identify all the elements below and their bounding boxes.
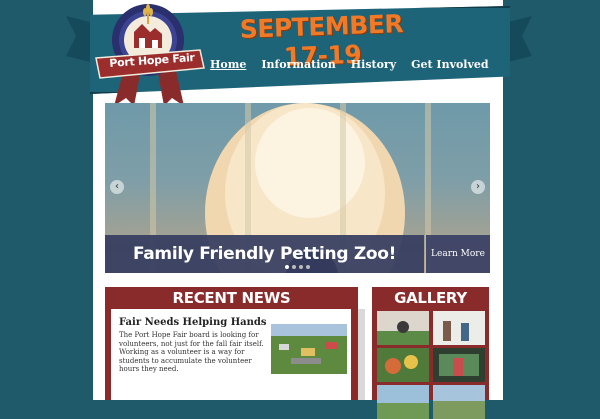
slide-dot[interactable] (306, 265, 310, 269)
nav-get-involved[interactable]: Get Involved (411, 58, 488, 71)
gallery-thumbnail[interactable] (377, 385, 429, 419)
slider-pagination (285, 265, 310, 269)
learn-more-button[interactable]: Learn More (426, 235, 490, 273)
gallery-thumbnail[interactable] (433, 348, 485, 382)
news-scrollbar[interactable] (358, 309, 365, 400)
fairground-aerial-image[interactable] (271, 324, 347, 374)
nav-home[interactable]: Home (210, 58, 246, 71)
recent-news-panel: RECENT NEWS Fair Needs Helping Hands The… (105, 287, 365, 400)
main-nav: Home Information History Get Involved (210, 58, 489, 71)
recent-news-title: RECENT NEWS (172, 289, 291, 307)
nav-information[interactable]: Information (261, 58, 335, 71)
nav-history[interactable]: History (351, 58, 396, 71)
gallery-thumbnail[interactable] (377, 311, 429, 345)
gallery-panel: GALLERY (372, 287, 489, 419)
gallery-thumbnail[interactable] (377, 348, 429, 382)
gallery-title: GALLERY (394, 289, 467, 307)
article-title[interactable]: Fair Needs Helping Hands (119, 317, 267, 328)
slide-dot[interactable] (292, 265, 296, 269)
chevron-left-icon[interactable]: ‹ (110, 180, 124, 194)
slide-dot[interactable] (285, 265, 289, 269)
news-article[interactable]: Fair Needs Helping Hands The Port Hope F… (111, 309, 351, 400)
chevron-right-icon[interactable]: › (471, 180, 485, 194)
slide-dot[interactable] (299, 265, 303, 269)
gallery-thumbnail[interactable] (433, 385, 485, 419)
slide-caption: Family Friendly Petting Zoo! (105, 235, 424, 273)
fair-logo[interactable]: Port Hope Fair (90, 2, 210, 110)
article-body: The Port Hope Fair board is looking for … (119, 331, 264, 373)
gallery-thumbnail[interactable] (433, 311, 485, 345)
